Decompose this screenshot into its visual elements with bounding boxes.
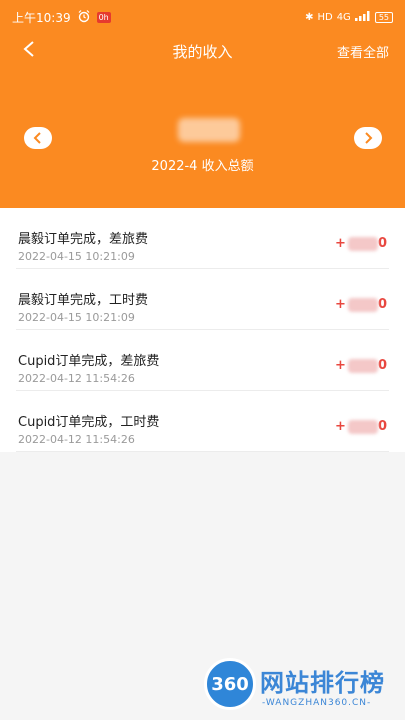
amount-masked bbox=[347, 297, 378, 312]
amount-sign: + bbox=[335, 358, 346, 373]
status-time: 上午10:39 bbox=[12, 10, 71, 25]
chevron-left-icon bbox=[33, 132, 41, 144]
amount-masked bbox=[347, 236, 378, 251]
status-bar: 上午10:39 0h ✱ HD 4G 55 bbox=[0, 0, 405, 34]
amount-masked bbox=[347, 419, 378, 434]
list-item[interactable]: Cupid订单完成，差旅费 2022-04-12 11:54:26 +0 bbox=[16, 330, 389, 391]
amount-sign: + bbox=[335, 297, 346, 312]
amount-tail: 0 bbox=[377, 358, 387, 373]
income-period-label: 2022-4 收入总额 bbox=[151, 159, 254, 174]
record-amount: +0 bbox=[335, 236, 387, 251]
amount-sign: + bbox=[335, 419, 346, 434]
signal-icon bbox=[354, 10, 371, 24]
amount-tail: 0 bbox=[377, 297, 387, 312]
record-title: Cupid订单完成，差旅费 bbox=[18, 354, 160, 369]
record-title: Cupid订单完成，工时费 bbox=[18, 415, 160, 430]
list-item[interactable]: Cupid订单完成，工时费 2022-04-12 11:54:26 +0 bbox=[16, 391, 389, 452]
list-item[interactable]: 晨毅订单完成，差旅费 2022-04-15 10:21:09 +0 bbox=[16, 208, 389, 269]
alarm-icon bbox=[77, 9, 91, 26]
nav-bar: 我的收入 查看全部 bbox=[0, 34, 405, 66]
list-item[interactable]: 晨毅订单完成，工时费 2022-04-15 10:21:09 +0 bbox=[16, 269, 389, 330]
income-list: 晨毅订单完成，差旅费 2022-04-15 10:21:09 +0 晨毅订单完成… bbox=[0, 208, 405, 452]
bluetooth-icon: ✱ bbox=[305, 11, 314, 23]
battery-icon: 55 bbox=[374, 11, 393, 23]
amount-masked bbox=[347, 358, 378, 373]
watermark-subtitle: -WANGZHAN360.CN- bbox=[262, 698, 372, 708]
notification-badge: 0h bbox=[96, 11, 111, 23]
amount-sign: + bbox=[335, 236, 346, 251]
record-amount: +0 bbox=[335, 358, 387, 373]
watermark-360-icon: 360 bbox=[204, 658, 256, 710]
record-amount: +0 bbox=[335, 297, 387, 312]
header-banner: 上午10:39 0h ✱ HD 4G 55 我的收入 查看全部 2022-4 收… bbox=[0, 0, 405, 208]
next-month-button[interactable] bbox=[354, 127, 382, 149]
record-title: 晨毅订单完成，工时费 bbox=[18, 293, 149, 308]
view-all-link[interactable]: 查看全部 bbox=[337, 42, 389, 61]
amount-tail: 0 bbox=[377, 419, 387, 434]
hd-icon: HD bbox=[317, 11, 333, 23]
total-amount-masked bbox=[178, 118, 240, 142]
watermark-logo: 360 网站排行榜 -WANGZHAN360.CN- bbox=[196, 650, 401, 716]
amount-tail: 0 bbox=[377, 236, 387, 251]
watermark-title: 网站排行榜 bbox=[260, 669, 385, 697]
record-time: 2022-04-12 11:54:26 bbox=[18, 372, 135, 385]
chevron-right-icon bbox=[365, 132, 373, 144]
record-time: 2022-04-12 11:54:26 bbox=[18, 433, 135, 446]
record-amount: +0 bbox=[335, 419, 387, 434]
record-time: 2022-04-15 10:21:09 bbox=[18, 311, 135, 324]
record-title: 晨毅订单完成，差旅费 bbox=[18, 232, 149, 247]
record-time: 2022-04-15 10:21:09 bbox=[18, 250, 135, 263]
prev-month-button[interactable] bbox=[24, 127, 52, 149]
signal-label: 4G bbox=[336, 11, 351, 23]
